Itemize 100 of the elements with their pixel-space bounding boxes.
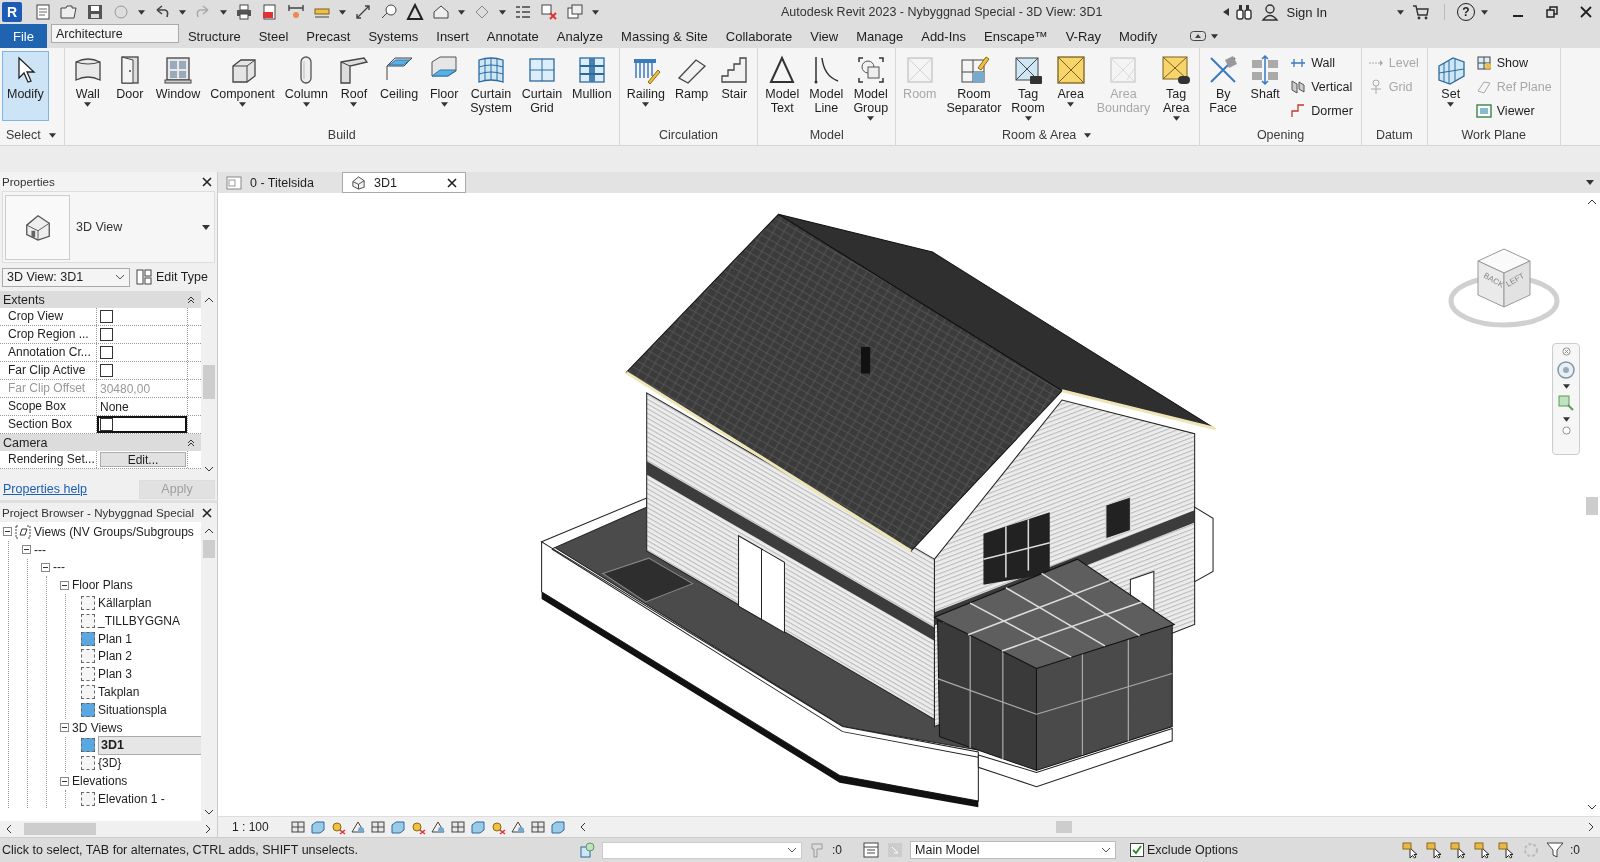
tree-toggle[interactable]: [22, 545, 31, 555]
ribbon-tool-button[interactable]: Roof: [332, 51, 375, 121]
diamond-icon[interactable]: [473, 3, 491, 21]
tree-toggle[interactable]: [41, 563, 50, 572]
ribbon-tool-button[interactable]: Door: [108, 51, 151, 121]
highlight-icon[interactable]: [530, 819, 546, 835]
scrollbar-thumb[interactable]: [203, 540, 215, 558]
scroll-right-icon[interactable]: [1586, 822, 1596, 832]
workset-field[interactable]: [602, 841, 802, 859]
scale-label[interactable]: 1 : 100: [232, 820, 280, 834]
ribbon-tab[interactable]: Massing & Site: [612, 24, 717, 48]
ribbon-tool-button[interactable]: Ceiling: [374, 51, 424, 121]
view-item[interactable]: {3D}: [98, 756, 122, 771]
save-icon[interactable]: [86, 3, 104, 21]
filter-icon[interactable]: [1546, 841, 1564, 859]
ribbon-tool-button[interactable]: Stair: [713, 51, 756, 121]
scroll-down-icon[interactable]: [204, 807, 214, 817]
constraints-icon[interactable]: [550, 819, 566, 835]
scroll-left-icon[interactable]: [578, 822, 588, 832]
view-item[interactable]: Situationspla: [98, 702, 167, 717]
ribbon-tool-button[interactable]: Modify: [2, 51, 49, 121]
ribbon-small-button[interactable]: Show: [1475, 53, 1552, 73]
ribbon-tool-button[interactable]: Window: [150, 51, 206, 121]
tree-group-label[interactable]: 3D Views: [72, 720, 123, 735]
ribbon-small-button[interactable]: Dormer: [1290, 101, 1353, 121]
select-pinned-icon[interactable]: [1450, 841, 1468, 859]
ribbon-tool-button[interactable]: By Face: [1202, 51, 1245, 121]
ribbon-tab[interactable]: Collaborate: [716, 24, 802, 48]
left-arrow-icon[interactable]: [1222, 8, 1229, 16]
ribbon-tab[interactable]: Enscape™: [975, 24, 1057, 48]
ribbon-tab[interactable]: Annotate: [477, 24, 548, 48]
ribbon-tab[interactable]: Analyze: [547, 24, 613, 48]
ribbon-tool-button[interactable]: Railing: [621, 51, 670, 121]
collapse-icon[interactable]: [187, 295, 195, 304]
scroll-up-icon[interactable]: [1587, 197, 1597, 207]
ribbon-tab[interactable]: Systems: [359, 24, 428, 48]
view-item[interactable]: Elevation 1 -: [98, 791, 165, 806]
scrollbar-thumb[interactable]: [1056, 821, 1072, 833]
ribbon-tool-button[interactable]: Mullion: [567, 51, 617, 121]
scrollbar-thumb[interactable]: [24, 823, 96, 835]
property-value[interactable]: None: [100, 399, 129, 414]
scroll-left-icon[interactable]: [4, 824, 14, 834]
select-links-icon[interactable]: [1402, 841, 1420, 859]
print-icon[interactable]: [235, 3, 253, 21]
ribbon-tool-button[interactable]: Model Group: [848, 51, 894, 124]
chevron-down-icon[interactable]: [115, 274, 125, 280]
scrollbar-thumb[interactable]: [203, 365, 215, 399]
worksets-icon[interactable]: [578, 841, 596, 859]
dimension-icon[interactable]: [354, 3, 372, 21]
ribbon-tool-button[interactable]: Shaft: [1244, 51, 1287, 121]
view-item[interactable]: 3D1: [98, 735, 201, 755]
tree-group-label[interactable]: ---: [53, 560, 65, 575]
edit-button[interactable]: Edit...: [100, 452, 186, 467]
ribbon-tool-button[interactable]: Model Text: [760, 51, 805, 121]
cart-icon[interactable]: [1412, 3, 1430, 21]
ribbon-small-button[interactable]: Viewer: [1475, 101, 1552, 121]
analytical-icon[interactable]: [510, 819, 526, 835]
scroll-down-icon[interactable]: [204, 464, 214, 474]
ribbon-tool-button[interactable]: Tag Room: [1006, 51, 1050, 124]
view-selector[interactable]: 3D View: 3D1: [2, 267, 130, 287]
user-icon[interactable]: [1260, 3, 1279, 21]
caret-icon[interactable]: [1586, 180, 1594, 185]
ribbon-tab[interactable]: Precast: [297, 24, 360, 48]
scroll-up-icon[interactable]: [204, 526, 214, 536]
file-menu-tab[interactable]: File: [0, 24, 47, 48]
tree-group-label[interactable]: Floor Plans: [72, 578, 133, 593]
ribbon-tool-button[interactable]: Area: [1049, 51, 1092, 121]
tree-group-label[interactable]: ---: [34, 542, 46, 557]
ribbon-tool-button[interactable]: Floor: [423, 51, 466, 121]
crop-region-icon[interactable]: [410, 819, 426, 835]
hide-icon[interactable]: [450, 819, 466, 835]
chevron-down-icon[interactable]: [1101, 847, 1111, 853]
tree-toggle[interactable]: [3, 527, 12, 537]
edit-type-button[interactable]: Edit Type: [136, 269, 208, 285]
shadow-icon[interactable]: [350, 819, 366, 835]
design-options-icon[interactable]: [862, 841, 880, 859]
ribbon-tab[interactable]: Architecture: [50, 24, 179, 43]
binoculars-icon[interactable]: [1234, 3, 1253, 21]
document-icon[interactable]: [34, 3, 52, 21]
ribbon-tab[interactable]: Insert: [427, 24, 478, 48]
reveal-icon[interactable]: [470, 819, 486, 835]
ribbon-tool-button[interactable]: Component: [205, 51, 280, 121]
light-bulb-icon[interactable]: [490, 819, 506, 835]
list-icon[interactable]: [514, 3, 532, 21]
checkbox[interactable]: [100, 346, 113, 359]
house-icon[interactable]: [432, 3, 450, 21]
ribbon-tool-button[interactable]: Wall: [66, 51, 109, 121]
app-logo[interactable]: R: [2, 2, 22, 22]
view-item[interactable]: Plan 1: [98, 631, 133, 646]
tree-toggle[interactable]: [60, 723, 69, 733]
pdf-document-icon[interactable]: [261, 3, 279, 21]
property-group-header[interactable]: Camera: [0, 434, 201, 451]
type-selector[interactable]: 3D View: [2, 191, 215, 263]
checkbox[interactable]: [100, 310, 113, 323]
ribbon-tab[interactable]: V-Ray: [1056, 24, 1111, 48]
view-item[interactable]: _TILLBYGGNA: [98, 613, 181, 628]
cube-icon[interactable]: [310, 819, 326, 835]
view-item[interactable]: Plan 3: [98, 667, 133, 682]
sign-in-link[interactable]: Sign In: [1286, 4, 1327, 20]
render-icon[interactable]: [370, 819, 386, 835]
